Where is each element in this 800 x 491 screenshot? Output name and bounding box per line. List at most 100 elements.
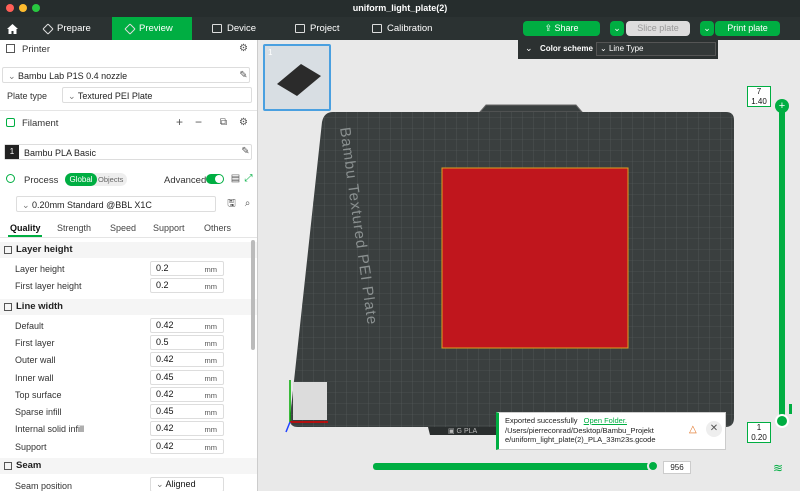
advanced-switch[interactable] bbox=[206, 174, 224, 184]
preview-viewport[interactable]: ▣ G PLA Bambu Textured PEI Plate 1 ⌄ Col… bbox=[258, 40, 800, 491]
setting-label: Internal solid infill bbox=[15, 424, 85, 434]
gear-icon[interactable]: ⚙ bbox=[238, 117, 249, 128]
setting-label: Sparse infill bbox=[15, 407, 62, 417]
settings-panel: Printer ⚙ ⌄ Bambu Lab P1S 0.4 nozzle ✎ P… bbox=[0, 40, 258, 491]
tab-preview[interactable]: Preview bbox=[112, 17, 192, 40]
home-icon[interactable] bbox=[6, 17, 19, 40]
edit-icon[interactable]: ✎ bbox=[240, 146, 251, 157]
cube-icon bbox=[42, 22, 54, 35]
global-objects-toggle[interactable]: Global Objects bbox=[65, 173, 127, 186]
layer-slider-top-thumb[interactable]: + bbox=[775, 99, 789, 113]
seam-position-select[interactable]: ⌄ Aligned bbox=[150, 477, 224, 491]
zoom-window-icon[interactable] bbox=[32, 4, 40, 12]
first-layer-height-input[interactable]: 0.2 mm bbox=[150, 278, 224, 293]
setting-label: Inner wall bbox=[15, 373, 54, 383]
share-button[interactable]: ⇪ Share bbox=[523, 21, 600, 36]
chevron-down-icon: ⌄ bbox=[68, 91, 78, 101]
open-folder-link[interactable]: Open Folder. bbox=[584, 416, 627, 425]
tab-support[interactable]: Support bbox=[153, 223, 185, 233]
collapse-icon[interactable]: ⌄ bbox=[525, 43, 533, 54]
layer-height-input[interactable]: 0.2 mm bbox=[150, 261, 224, 276]
z-axis bbox=[285, 421, 291, 433]
slice-dropdown-button[interactable]: ⌄ bbox=[610, 21, 624, 36]
chevron-down-icon: ⌄ bbox=[613, 23, 621, 33]
edit-icon[interactable]: ✎ bbox=[238, 70, 249, 81]
print-plate-button[interactable]: Print plate bbox=[715, 21, 780, 36]
tab-calibration[interactable]: Calibration bbox=[372, 17, 432, 40]
layer-slider[interactable] bbox=[779, 108, 785, 423]
save-icon[interactable]: 🖫 bbox=[226, 198, 237, 209]
filament-icon bbox=[6, 118, 15, 127]
divider bbox=[0, 237, 257, 238]
tab-speed[interactable]: Speed bbox=[110, 223, 136, 233]
print-dropdown-button[interactable]: ⌄ bbox=[700, 21, 714, 36]
chevron-down-icon: ⌄ bbox=[22, 200, 33, 210]
close-window-icon[interactable] bbox=[6, 4, 14, 12]
origin-corner bbox=[293, 382, 327, 420]
line-width-top-surface-input[interactable]: 0.42 mm bbox=[150, 387, 224, 402]
line-width-support-input[interactable]: 0.42 mm bbox=[150, 439, 224, 454]
switch-knob bbox=[215, 175, 223, 183]
project-icon bbox=[295, 24, 305, 33]
close-icon[interactable]: ✕ bbox=[706, 421, 722, 437]
setting-label: Outer wall bbox=[15, 355, 56, 365]
add-filament-icon[interactable]: + bbox=[174, 116, 185, 128]
tab-project[interactable]: Project bbox=[295, 17, 340, 40]
color-scheme-label: Color scheme bbox=[540, 44, 593, 53]
slice-plate-button[interactable]: Slice plate bbox=[626, 21, 690, 36]
process-profile-select[interactable]: ⌄ 0.20mm Standard @BBL X1C bbox=[16, 196, 216, 212]
layers-toggle-icon[interactable]: ≋ bbox=[773, 461, 783, 475]
chevron-down-icon: ⌄ bbox=[8, 71, 19, 81]
line-width-first-layer-input[interactable]: 0.5 mm bbox=[150, 335, 224, 350]
layer-slider-bottom-thumb[interactable] bbox=[775, 414, 789, 428]
share-icon: ⇪ bbox=[544, 23, 555, 33]
setting-label: Support bbox=[15, 442, 47, 452]
group-line-width: Line width bbox=[0, 299, 257, 315]
setting-label: Top surface bbox=[15, 390, 62, 400]
seam-icon bbox=[4, 462, 12, 470]
remove-filament-icon[interactable]: − bbox=[193, 116, 204, 128]
move-slider[interactable] bbox=[373, 460, 659, 472]
plate-type-select[interactable]: ⌄ Textured PEI Plate bbox=[62, 87, 252, 103]
settings-scrollbar[interactable] bbox=[251, 240, 255, 350]
svg-text:▣ G PLA: ▣ G PLA bbox=[448, 428, 478, 435]
gear-icon[interactable]: ⚙ bbox=[238, 43, 249, 54]
setting-label: Default bbox=[15, 321, 44, 331]
line-width-outer-wall-input[interactable]: 0.42 mm bbox=[150, 352, 224, 367]
setting-label: Layer height bbox=[15, 264, 65, 274]
layers-icon bbox=[4, 246, 12, 254]
objects-toggle-option[interactable]: Objects bbox=[98, 173, 123, 186]
tab-others[interactable]: Others bbox=[204, 223, 231, 233]
window-controls[interactable] bbox=[6, 4, 40, 12]
plate-thumbnail[interactable]: 1 bbox=[263, 44, 331, 111]
line-width-internal-solid-infill-input[interactable]: 0.42 mm bbox=[150, 421, 224, 436]
tab-prepare[interactable]: Prepare bbox=[42, 17, 91, 40]
line-width-sparse-infill-input[interactable]: 0.45 mm bbox=[150, 404, 224, 419]
search-icon[interactable]: ⌕ bbox=[242, 198, 253, 209]
chevron-down-icon: ⌄ bbox=[156, 479, 166, 489]
group-layer-height: Layer height bbox=[0, 242, 257, 258]
tab-quality[interactable]: Quality bbox=[10, 223, 41, 233]
calibration-icon bbox=[372, 24, 382, 33]
process-icon bbox=[6, 174, 15, 183]
plate-type-label: Plate type bbox=[7, 91, 48, 101]
compare-icon[interactable]: ▤ bbox=[230, 173, 241, 184]
expand-icon[interactable]: ⤢ bbox=[243, 173, 254, 184]
tab-device[interactable]: Device bbox=[212, 17, 256, 40]
color-scheme-select[interactable]: ⌄ Line Type bbox=[596, 42, 716, 56]
printer-section-header: Printer ⚙ bbox=[0, 43, 257, 57]
line-width-default-input[interactable]: 0.42 mm bbox=[150, 318, 224, 333]
minimize-window-icon[interactable] bbox=[19, 4, 27, 12]
move-slider-thumb[interactable] bbox=[647, 460, 659, 472]
sync-icon[interactable]: ⧉ bbox=[218, 117, 229, 128]
filament-select[interactable]: 1 Bambu PLA Basic bbox=[4, 144, 252, 160]
global-toggle-option[interactable]: Global bbox=[65, 173, 97, 186]
tab-strength[interactable]: Strength bbox=[57, 223, 91, 233]
window-title: uniform_light_plate(2) bbox=[352, 3, 448, 13]
printed-object[interactable] bbox=[441, 167, 629, 349]
line-width-inner-wall-input[interactable]: 0.45 mm bbox=[150, 370, 224, 385]
warning-icon[interactable]: △ bbox=[689, 425, 697, 435]
layer-bottom-label: 1 0.20 bbox=[747, 422, 771, 443]
divider bbox=[0, 110, 257, 111]
printer-select[interactable]: ⌄ Bambu Lab P1S 0.4 nozzle bbox=[2, 67, 250, 83]
